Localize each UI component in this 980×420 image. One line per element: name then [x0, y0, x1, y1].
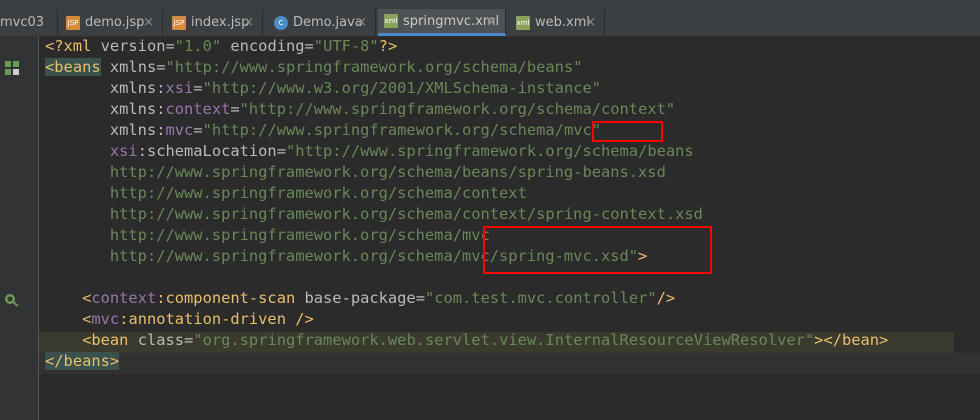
tab-web-xml[interactable]: xml web.xml ×: [510, 9, 605, 36]
xml-file-icon: xml: [516, 15, 530, 30]
editor-gutter: [0, 36, 39, 420]
spring-bean-gutter-icon[interactable]: [4, 60, 20, 76]
close-icon[interactable]: ×: [356, 15, 367, 30]
tab-index-jsp[interactable]: JSP index.jsp ×: [166, 9, 263, 36]
code-line: xmlns:mvc="http://www.springframework.or…: [109, 121, 602, 139]
code-line: </beans>: [45, 352, 120, 370]
component-scan-gutter-icon[interactable]: [3, 291, 21, 307]
close-icon[interactable]: ×: [143, 15, 154, 30]
tab-demo-jsp[interactable]: JSP demo.jsp ×: [60, 9, 163, 36]
jsp-file-icon: JSP: [66, 15, 80, 30]
close-icon[interactable]: ×: [585, 15, 596, 30]
code-line: <mvc:annotation-driven />: [82, 310, 314, 328]
code-line: xmlns:context="http://www.springframewor…: [109, 100, 676, 118]
tab-label: index.jsp: [191, 15, 250, 30]
xml-file-icon: xml: [384, 14, 398, 28]
code-line: <?xml version="1.0" encoding="UTF-8"?>: [45, 37, 398, 55]
tab-springmvc-xml[interactable]: xml springmvc.xml ×: [378, 9, 506, 36]
tab-label: Demo.java: [293, 15, 363, 30]
red-annotation-box: [483, 226, 712, 274]
tab-label: web.xml: [535, 15, 590, 30]
tab-demo-java[interactable]: C Demo.java ×: [268, 9, 376, 36]
code-line: <context:component-scan base-package="co…: [82, 289, 676, 307]
tab-label: springmvc.xml: [403, 13, 500, 29]
code-line: <bean class="org.springframework.web.ser…: [82, 331, 889, 349]
code-line: http://www.springframework.org/schema/co…: [109, 205, 703, 223]
jsp-file-icon: JSP: [172, 15, 186, 30]
code-line: http://www.springframework.org/schema/mv…: [109, 226, 490, 244]
code-line: xmlns:xsi="http://www.w3.org/2001/XMLSch…: [109, 79, 602, 97]
code-line: <beans xmlns="http://www.springframework…: [45, 58, 583, 76]
code-line: http://www.springframework.org/schema/be…: [109, 163, 666, 181]
tab-label: mvc03: [0, 15, 45, 30]
red-annotation-box: [592, 121, 663, 142]
close-icon[interactable]: ×: [243, 15, 254, 30]
java-class-icon: C: [274, 15, 288, 30]
tab-mvc03[interactable]: mvc03: [0, 9, 58, 36]
close-icon[interactable]: ×: [486, 15, 497, 30]
tab-label: demo.jsp: [85, 15, 145, 30]
code-line: xsi:schemaLocation="http://www.springfra…: [109, 142, 694, 160]
code-line: http://www.springframework.org/schema/co…: [109, 184, 527, 202]
editor-tab-bar: mvc03 JSP demo.jsp × JSP index.jsp × C D…: [0, 0, 980, 37]
